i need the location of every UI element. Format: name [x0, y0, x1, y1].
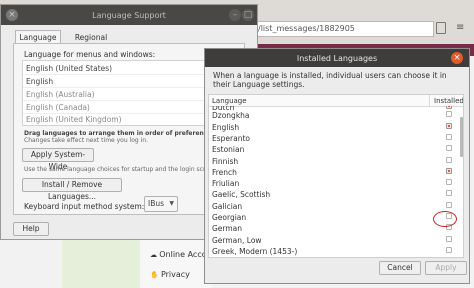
keyboard-input-select[interactable]: IBus ▼	[144, 196, 178, 212]
installed-checkbox[interactable]	[446, 145, 452, 152]
menu-icon[interactable]: ≡	[456, 22, 466, 34]
drag-hint: Drag languages to arrange them in order …	[24, 130, 214, 137]
minimize-icon[interactable]: –	[229, 9, 241, 21]
installed-checkbox[interactable]	[446, 156, 452, 163]
installed-languages-dialog: Installed Languages × When a language is…	[204, 48, 470, 284]
table-row[interactable]: French	[209, 166, 463, 177]
help-button[interactable]: Help	[13, 222, 49, 236]
installed-checkbox[interactable]	[446, 111, 452, 118]
apply-button[interactable]: Apply	[425, 261, 467, 275]
background-panel	[62, 232, 146, 288]
language-name: Greek, Modern (1453-)	[212, 246, 298, 256]
changes-note: Changes take effect next time you log in…	[24, 137, 148, 144]
keyboard-input-label: Keyboard input method system:	[24, 202, 145, 211]
installed-checkbox[interactable]	[446, 179, 452, 186]
languages-caption: Language for menus and windows:	[24, 50, 156, 59]
table-row[interactable]: Esperanto	[209, 132, 463, 143]
list-item[interactable]: English	[26, 77, 53, 86]
table-row[interactable]: Gaelic, Scottish	[209, 188, 463, 199]
maximize-icon[interactable]: □	[242, 9, 254, 21]
list-item[interactable]: English (United Kingdom)	[26, 115, 122, 124]
cancel-button[interactable]: Cancel	[379, 261, 421, 275]
language-name: Friulian	[212, 179, 240, 189]
list-header: Language Installed	[209, 95, 463, 107]
window-title: Language Support	[92, 11, 166, 20]
privacy-icon: ✋	[150, 271, 161, 279]
table-row[interactable]: Friulian	[209, 177, 463, 188]
installed-checkbox[interactable]	[446, 246, 452, 253]
language-name: Gaelic, Scottish	[212, 190, 271, 200]
language-name: Esperanto	[212, 133, 250, 143]
background-settings-list: ☁ Online Acco ✋ Privacy	[140, 236, 212, 288]
installed-checkbox[interactable]	[446, 235, 452, 242]
online-accounts-icon: ☁	[150, 251, 160, 259]
system-wide-hint: Use the same language choices for startu…	[24, 166, 219, 173]
language-name: French	[212, 167, 237, 177]
apply-system-wide-button[interactable]: Apply System-Wide	[22, 148, 94, 171]
dialog-titlebar[interactable]: Installed Languages ×	[205, 49, 469, 67]
column-header-installed[interactable]: Installed	[434, 97, 463, 105]
column-header-language[interactable]: Language	[212, 97, 247, 105]
dialog-title: Installed Languages	[296, 54, 378, 63]
list-item[interactable]: English (Australia)	[26, 90, 95, 99]
table-row[interactable]: Finnish	[209, 155, 463, 166]
window-titlebar[interactable]: × Language Support – □	[1, 5, 257, 25]
table-row[interactable]: German, Low	[209, 234, 463, 245]
keyboard-input-value: IBus	[148, 199, 165, 208]
highlight-circle	[433, 211, 457, 227]
tab-regional-formats[interactable]: Regional Formats	[61, 30, 121, 56]
installed-languages-list[interactable]: Language Installed Dutch Dzongkha English E…	[208, 94, 464, 258]
table-row[interactable]: Greek, Modern (1453-)	[209, 245, 463, 256]
page-icon[interactable]	[436, 22, 446, 34]
table-row[interactable]: English	[209, 121, 463, 132]
installed-checkbox[interactable]	[446, 201, 452, 208]
table-row[interactable]: Galician	[209, 200, 463, 211]
list-item[interactable]: English (Canada)	[26, 103, 90, 112]
close-icon[interactable]: ×	[451, 52, 463, 64]
list-item[interactable]: English (United States)	[26, 64, 112, 73]
installed-checkbox[interactable]	[446, 190, 452, 197]
installed-checkbox[interactable]	[446, 133, 452, 140]
installed-checkbox[interactable]	[446, 122, 452, 129]
online-accounts-item[interactable]: ☁ Online Acco	[150, 250, 207, 259]
dialog-description: When a language is installed, individual…	[213, 71, 447, 89]
column-divider	[429, 95, 430, 106]
scrollbar-thumb[interactable]	[460, 117, 463, 157]
language-name: Galician	[212, 201, 243, 211]
install-remove-languages-button[interactable]: Install / Remove Languages...	[22, 178, 122, 201]
language-name: Dzongkha	[212, 111, 250, 121]
table-row[interactable]: Georgian	[209, 211, 463, 222]
chevron-down-icon: ▼	[169, 200, 174, 207]
address-bar-text: /list_messages/1882905	[258, 24, 355, 33]
language-name: Finnish	[212, 156, 239, 166]
table-row[interactable]: Estonian	[209, 143, 463, 154]
table-row[interactable]: German	[209, 222, 463, 233]
language-name: Georgian	[212, 213, 247, 222]
privacy-item[interactable]: ✋ Privacy	[150, 270, 190, 279]
installed-checkbox[interactable]	[446, 167, 452, 174]
language-name: German, Low	[212, 235, 262, 245]
language-name: German	[212, 224, 243, 234]
tab-language[interactable]: Language	[15, 30, 61, 44]
table-row[interactable]: Dzongkha	[209, 109, 463, 120]
language-name: English	[212, 122, 240, 132]
language-name: Estonian	[212, 145, 245, 155]
